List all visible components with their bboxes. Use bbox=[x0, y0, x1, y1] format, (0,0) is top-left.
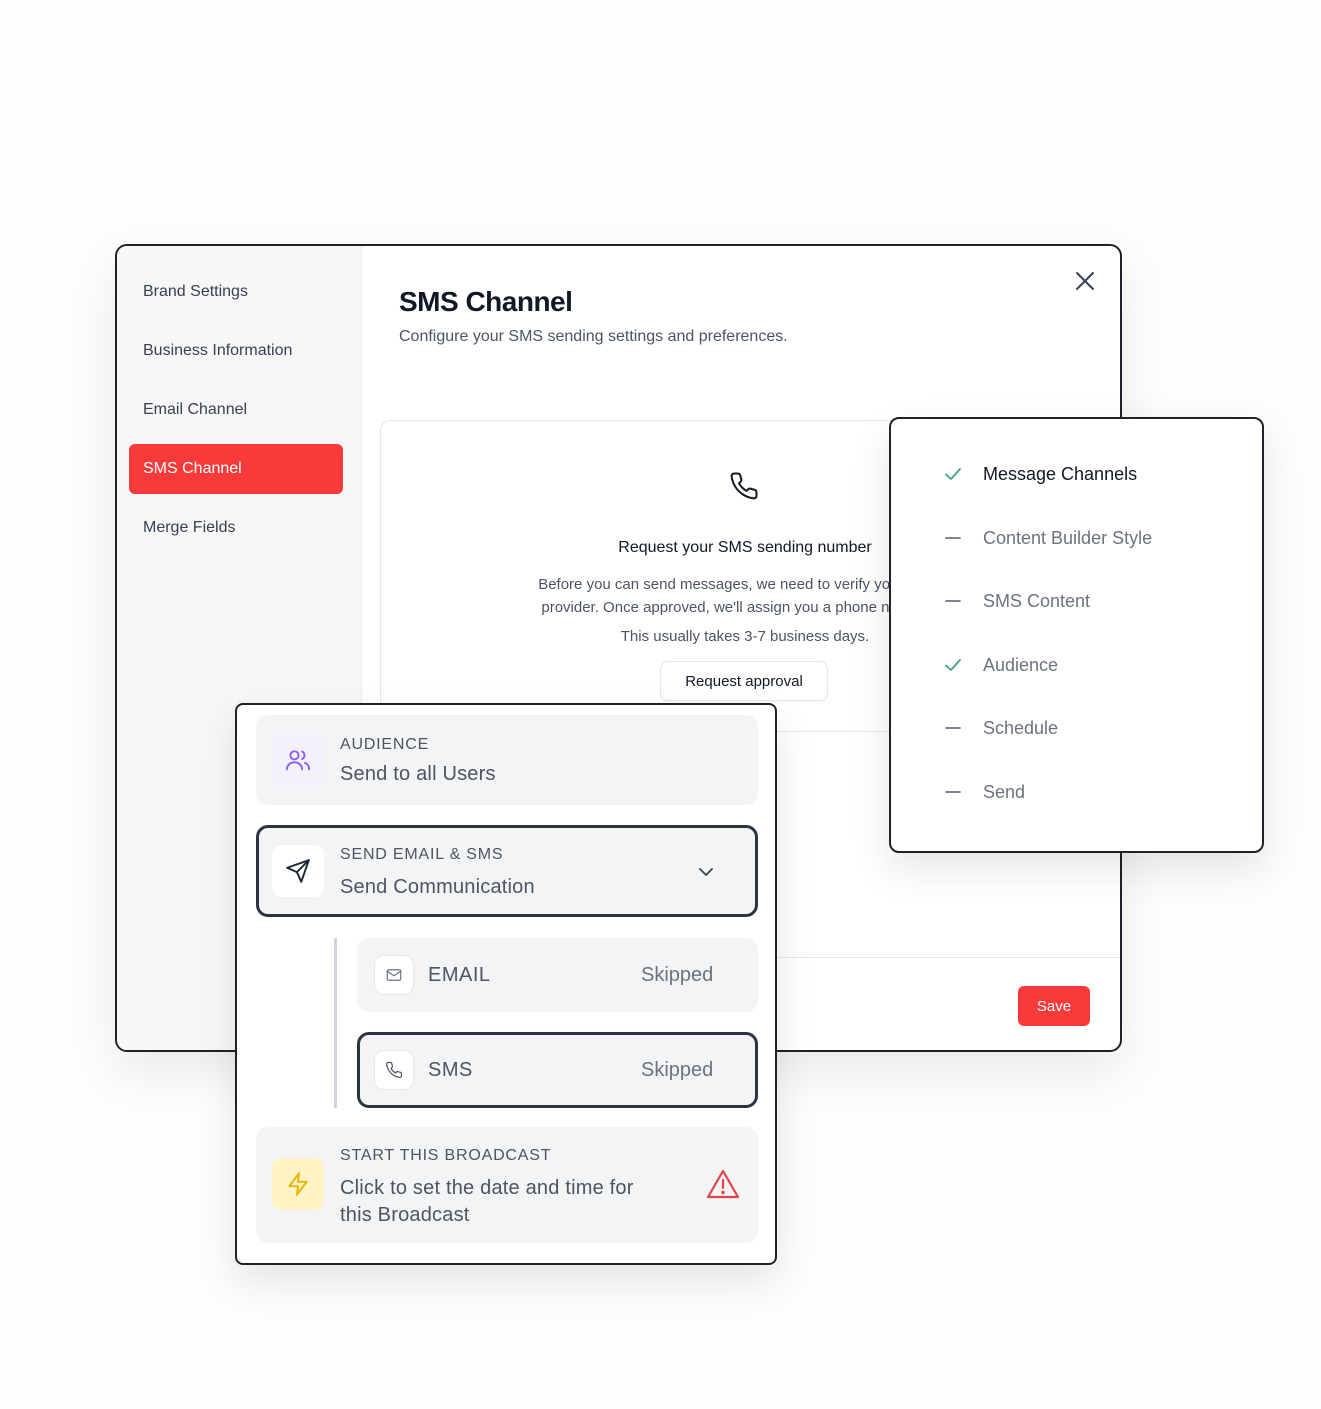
send-kicker: SEND EMAIL & SMS bbox=[340, 846, 504, 863]
dash-icon bbox=[941, 780, 965, 804]
audience-card[interactable]: AUDIENCE Send to all Users bbox=[256, 715, 758, 805]
step-label: Audience bbox=[983, 654, 1059, 675]
dash-icon bbox=[941, 589, 965, 613]
sidebar-item-email-channel[interactable]: Email Channel bbox=[129, 385, 343, 435]
branch-connector bbox=[334, 938, 337, 1108]
email-channel-status: Skipped bbox=[641, 964, 714, 986]
audience-kicker: AUDIENCE bbox=[340, 736, 430, 753]
broadcast-title: Click to set the date and time for this … bbox=[340, 1175, 634, 1229]
broadcast-title-line-1: Click to set the date and time for bbox=[340, 1177, 634, 1199]
step-sms-content[interactable]: SMS Content bbox=[941, 586, 1090, 616]
audience-title: Send to all Users bbox=[340, 763, 496, 785]
request-approval-button[interactable]: Request approval bbox=[660, 661, 828, 701]
phone-icon bbox=[729, 471, 759, 506]
page-subtitle: Configure your SMS sending settings and … bbox=[399, 328, 788, 345]
start-broadcast-card[interactable]: START THIS BROADCAST Click to set the da… bbox=[256, 1127, 758, 1243]
dash-icon bbox=[941, 526, 965, 550]
chevron-down-icon[interactable] bbox=[696, 862, 716, 887]
save-button[interactable]: Save bbox=[1018, 986, 1090, 1026]
page-title: SMS Channel bbox=[399, 286, 573, 317]
sms-channel-card[interactable]: SMS Skipped bbox=[357, 1032, 758, 1108]
email-channel-card[interactable]: EMAIL Skipped bbox=[357, 938, 758, 1012]
check-icon bbox=[941, 653, 965, 677]
workflow-panel: AUDIENCE Send to all Users SEND EMAIL & … bbox=[235, 703, 777, 1265]
send-icon bbox=[272, 845, 324, 897]
sidebar-item-business-information[interactable]: Business Information bbox=[129, 326, 343, 376]
step-label: Send bbox=[983, 781, 1026, 802]
lightning-icon bbox=[272, 1158, 324, 1210]
close-icon[interactable] bbox=[1072, 268, 1098, 294]
step-schedule[interactable]: Schedule bbox=[941, 713, 1058, 743]
users-icon bbox=[272, 734, 324, 786]
step-label: SMS Content bbox=[983, 590, 1091, 611]
sidebar-item-sms-channel[interactable]: SMS Channel bbox=[129, 444, 343, 494]
step-audience[interactable]: Audience bbox=[941, 650, 1058, 680]
mail-icon bbox=[374, 955, 414, 995]
step-label: Content Builder Style bbox=[983, 527, 1153, 548]
step-send[interactable]: Send bbox=[941, 777, 1025, 807]
phone-icon bbox=[374, 1050, 414, 1090]
check-icon bbox=[941, 462, 965, 486]
sidebar-item-brand-settings[interactable]: Brand Settings bbox=[129, 267, 343, 317]
step-content-builder-style[interactable]: Content Builder Style bbox=[941, 523, 1152, 553]
step-label: Schedule bbox=[983, 717, 1059, 738]
send-communication-card[interactable]: SEND EMAIL & SMS Send Communication bbox=[256, 825, 758, 917]
sms-channel-status: Skipped bbox=[641, 1059, 714, 1081]
email-channel-label: EMAIL bbox=[428, 964, 491, 986]
step-message-channels[interactable]: Message Channels bbox=[941, 459, 1137, 489]
warning-icon bbox=[706, 1168, 740, 1205]
step-label: Message Channels bbox=[983, 463, 1138, 484]
send-title: Send Communication bbox=[340, 876, 535, 898]
sms-channel-label: SMS bbox=[428, 1059, 473, 1081]
dash-icon bbox=[941, 716, 965, 740]
broadcast-title-line-2: this Broadcast bbox=[340, 1204, 470, 1226]
steps-panel: Message Channels Content Builder Style S… bbox=[889, 417, 1264, 853]
broadcast-kicker: START THIS BROADCAST bbox=[340, 1147, 552, 1164]
sidebar-item-merge-fields[interactable]: Merge Fields bbox=[129, 503, 343, 553]
